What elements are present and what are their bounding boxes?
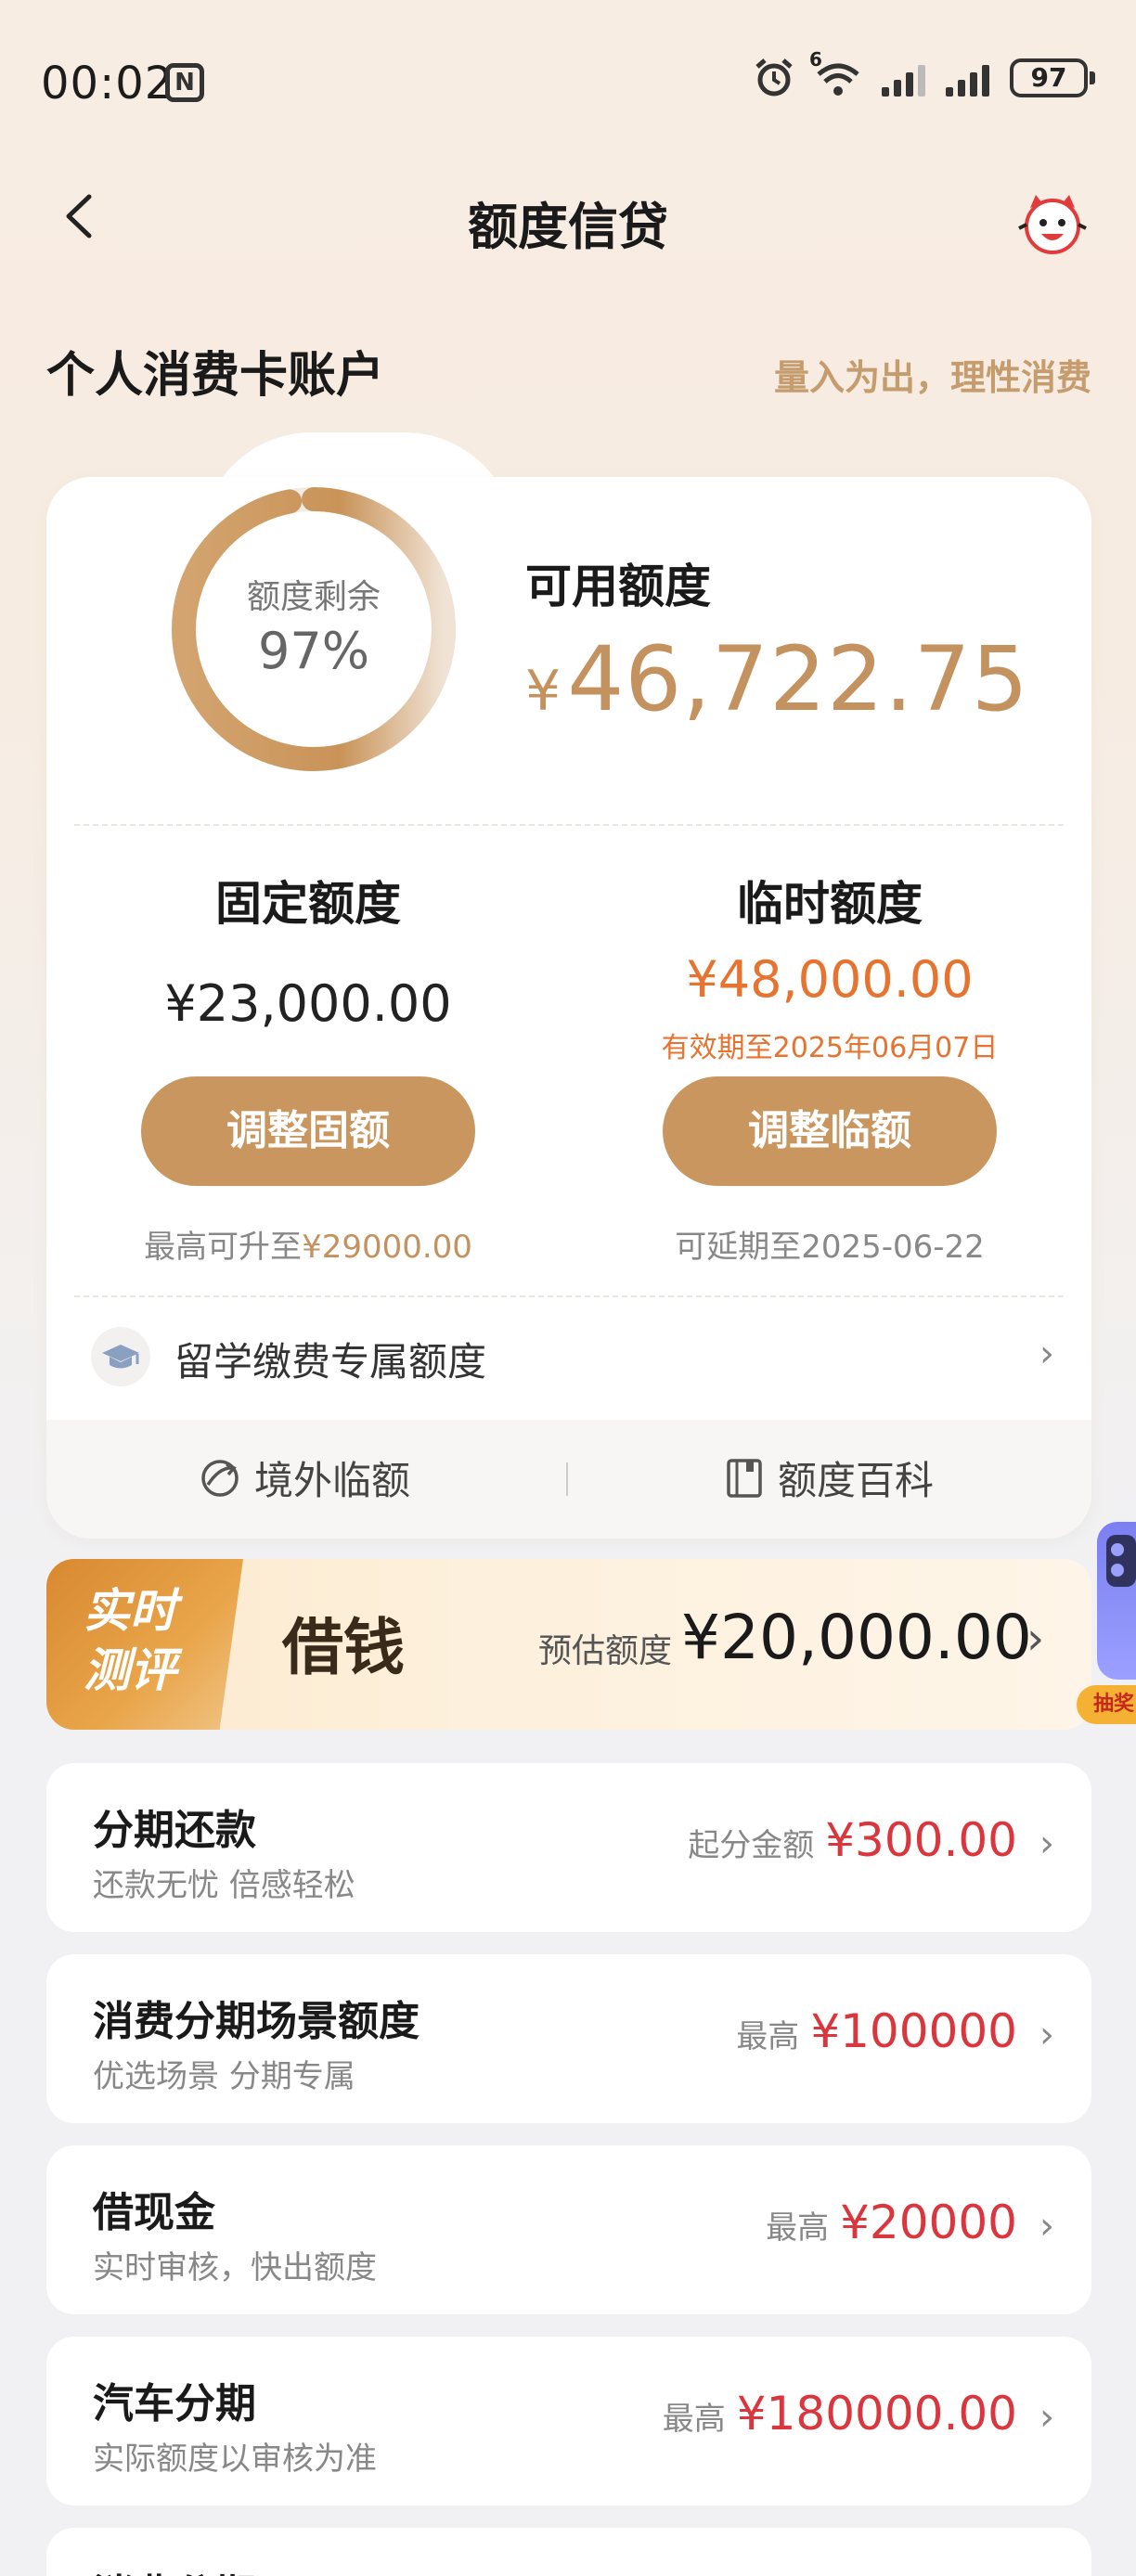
chevron-right-icon: › (1039, 1333, 1054, 1375)
chevron-right-icon: › (1039, 2396, 1054, 2439)
slogan: 量入为出，理性消费 (773, 357, 1091, 398)
product-right: 最高 ¥180000.00 › (663, 2387, 1054, 2441)
status-icons: 6 97 (754, 48, 1095, 98)
tag-line: 测评 (84, 1643, 176, 1697)
divider (74, 824, 1064, 826)
product-title: 分期还款 (93, 1807, 256, 1854)
product-right: 最高 ¥20000 › (766, 2196, 1054, 2249)
study-abroad-label: 留学缴费专属额度 (174, 1339, 487, 1385)
product-item-installment-repayment[interactable]: 分期还款 还款无忧 倍感轻松 起分金额 ¥300.00 › (46, 1763, 1091, 1932)
ring-label: 额度剩余 (246, 578, 381, 616)
realtime-eval-tag: 实时 测评 (46, 1559, 243, 1730)
floating-phone-ad[interactable] (1097, 1522, 1136, 1680)
available-credit-label: 可用额度 (525, 560, 711, 613)
product-right-label: 最高 (736, 2018, 800, 2055)
graduation-cap-icon (91, 1327, 150, 1386)
fixed-credit-amount: ¥23,000.00 (164, 974, 452, 1033)
product-title: 汽车分期 (93, 2380, 256, 2428)
page-title: 额度信贷 (468, 198, 668, 256)
product-item-consumer-installment[interactable]: 消费分期 (46, 2528, 1091, 2576)
separator (566, 1462, 568, 1496)
product-subtitle: 还款无忧 倍感轻松 (93, 1867, 355, 1904)
lottery-tag[interactable]: 抽奖 (1077, 1685, 1136, 1724)
book-icon (727, 1458, 762, 1498)
chevron-right-icon: › (1026, 1613, 1045, 1665)
temporary-credit-validity: 有效期至2025年06月07日 (661, 1032, 999, 1064)
chevron-right-icon: › (1039, 2205, 1054, 2248)
chevron-right-icon: › (1039, 2014, 1054, 2056)
currency-symbol: ¥ (525, 659, 562, 724)
nfc-icon: N (165, 63, 204, 102)
tag-line: 实时 (84, 1584, 176, 1638)
available-credit-amount: ¥46,722.75 (525, 627, 1029, 731)
product-title: 借现金 (93, 2189, 215, 2236)
chevron-right-icon: › (1039, 1823, 1054, 1865)
product-title: 消费分期 (93, 2561, 256, 2576)
ring-percent: 97% (257, 622, 370, 680)
product-subtitle: 实际额度以审核为准 (93, 2441, 377, 2478)
overseas-label: 境外临额 (254, 1458, 411, 1503)
product-right-amount: ¥20000 (840, 2196, 1017, 2249)
adjust-fixed-button[interactable]: 调整固额 (141, 1076, 475, 1186)
product-right-amount: ¥300.00 (825, 1813, 1017, 1867)
study-abroad-row[interactable]: 留学缴费专属额度 › (46, 1310, 1091, 1403)
estimated-credit-label: 预估额度 (538, 1632, 673, 1670)
product-item-consumer-installment-scene[interactable]: 消费分期场景额度 优选场景 分期专属 最高 ¥100000 › (46, 1954, 1091, 2123)
temporary-credit-title: 临时额度 (737, 877, 923, 931)
product-right-label: 最高 (766, 2209, 830, 2247)
available-amount-value: 46,722.75 (567, 627, 1029, 731)
product-right-label: 起分金额 (688, 1827, 815, 1864)
product-subtitle: 优选场景 分期专属 (93, 2058, 355, 2095)
battery-indicator: 97 (1010, 58, 1095, 97)
fixed-hint-value: ¥29000.00 (302, 1229, 472, 1266)
product-item-cash-loan[interactable]: 借现金 实时审核，快出额度 最高 ¥20000 › (46, 2145, 1091, 2314)
account-title: 个人消费卡账户 (46, 348, 385, 404)
credit-encyclopedia-link[interactable]: 额度百科 (724, 1449, 934, 1506)
status-time: 00:02 (41, 58, 174, 109)
borrow-title: 借钱 (282, 1611, 405, 1683)
fixed-credit-title: 固定额度 (215, 877, 401, 931)
wifi-icon: 6 (809, 48, 861, 98)
product-right-amount: ¥180000.00 (736, 2387, 1017, 2441)
encyclopedia-label: 额度百科 (778, 1458, 935, 1503)
fixed-hint-prefix: 最高可升至 (144, 1229, 303, 1266)
overseas-temp-credit-link[interactable]: 境外临额 (199, 1449, 410, 1506)
estimated-credit-amount: ¥20,000.00 (681, 1602, 1032, 1673)
overseas-icon (201, 1459, 239, 1497)
product-right-label: 最高 (662, 2401, 726, 2438)
product-right-amount: ¥100000 (810, 2004, 1017, 2058)
product-item-car-installment[interactable]: 汽车分期 实际额度以审核为准 最高 ¥180000.00 › (46, 2337, 1091, 2505)
borrow-banner[interactable]: 实时 测评 借钱 预估额度 ¥20,000.00 › (46, 1559, 1091, 1730)
temporary-credit-amount: ¥48,000.00 (686, 950, 974, 1009)
wifi-badge: 6 (809, 48, 822, 71)
signal-icon (882, 59, 925, 97)
adjust-temporary-button[interactable]: 调整临额 (663, 1076, 997, 1186)
temporary-credit-hint: 可延期至2025-06-22 (675, 1229, 985, 1266)
product-right: 起分金额 ¥300.00 › (688, 1813, 1054, 1867)
alarm-icon (755, 58, 793, 97)
fixed-credit-hint: 最高可升至¥29000.00 (95, 1221, 522, 1267)
divider (74, 1295, 1064, 1297)
signal-icon (946, 59, 989, 97)
product-title: 消费分期场景额度 (93, 1998, 420, 2045)
product-right: 最高 ¥100000 › (736, 2004, 1054, 2058)
product-subtitle: 实时审核，快出额度 (93, 2249, 377, 2286)
mascot-icon[interactable] (1015, 191, 1090, 256)
